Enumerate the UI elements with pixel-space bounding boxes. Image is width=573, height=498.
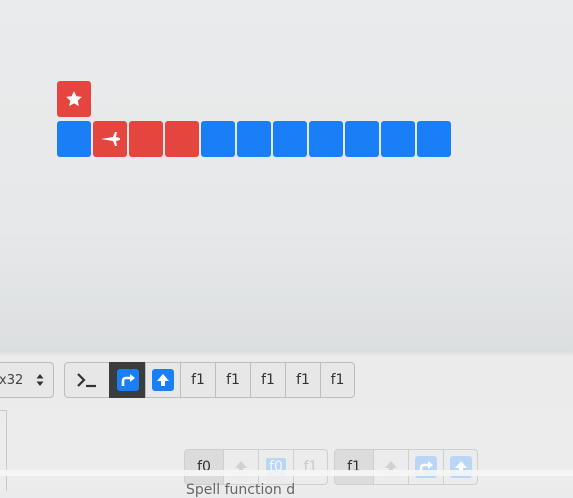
ship-tile: [93, 121, 127, 157]
turn-right-button[interactable]: [109, 362, 146, 398]
f0-slot[interactable]: [223, 449, 259, 485]
f0-slot[interactable]: f1: [293, 449, 328, 485]
f1-label: f1: [334, 449, 374, 485]
board-tile: [273, 121, 307, 157]
terminal-icon: [77, 373, 96, 388]
board-tile: [417, 121, 451, 157]
function-button[interactable]: f1: [215, 362, 251, 398]
board-tile: [237, 121, 271, 157]
size-select[interactable]: x32: [0, 362, 54, 398]
star-tile: [57, 81, 91, 117]
star-icon: [66, 91, 82, 107]
function-button[interactable]: f1: [285, 362, 321, 398]
board-tile: [129, 121, 163, 157]
size-select-value: x32: [0, 372, 24, 388]
arrow-up-icon: [157, 374, 169, 386]
cut-off-caption: Spell function d: [186, 482, 296, 498]
board-tile: [309, 121, 343, 157]
f1-slot[interactable]: [373, 449, 409, 485]
board-tile: [165, 121, 199, 157]
function-button[interactable]: f1: [180, 362, 216, 398]
overlay-bar: [0, 470, 573, 476]
move-forward-button[interactable]: [145, 362, 181, 398]
select-arrows-icon: [36, 374, 44, 386]
board-tile: [201, 121, 235, 157]
board-tile: [381, 121, 415, 157]
side-panel-edge: [0, 410, 7, 491]
f1-slot[interactable]: [443, 449, 478, 485]
f0-slot[interactable]: f0: [258, 449, 294, 485]
board-tile: [57, 121, 91, 157]
turn-right-icon: [121, 374, 135, 386]
function-button[interactable]: f1: [320, 362, 355, 398]
board-tile: [345, 121, 379, 157]
terminal-button[interactable]: [64, 362, 110, 398]
f1-slot[interactable]: [408, 449, 444, 485]
function-button[interactable]: f1: [250, 362, 286, 398]
f0-label: f0: [184, 449, 224, 485]
plane-icon: [101, 132, 120, 146]
